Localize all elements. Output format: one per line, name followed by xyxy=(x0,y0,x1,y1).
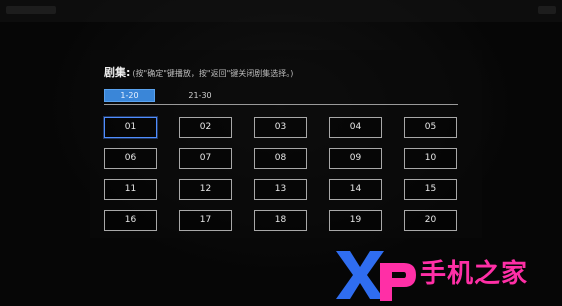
episode-dialog-hint: (按"确定"键播放，按"返回"键关闭剧集选择。) xyxy=(132,69,294,78)
episode-button-18[interactable]: 18 xyxy=(254,210,307,231)
episode-button-08[interactable]: 08 xyxy=(254,148,307,169)
episode-button-10[interactable]: 10 xyxy=(404,148,457,169)
episode-button-13[interactable]: 13 xyxy=(254,179,307,200)
episode-button-14[interactable]: 14 xyxy=(329,179,382,200)
top-bar-right-label xyxy=(538,6,556,14)
episode-button-19[interactable]: 19 xyxy=(329,210,382,231)
top-bar-left-label xyxy=(6,6,56,14)
episode-dialog-header: 剧集: (按"确定"键播放，按"返回"键关闭剧集选择。) xyxy=(104,64,293,80)
episode-button-20[interactable]: 20 xyxy=(404,210,457,231)
episode-button-03[interactable]: 03 xyxy=(254,117,307,138)
watermark-xp-logo xyxy=(336,251,416,301)
episode-button-04[interactable]: 04 xyxy=(329,117,382,138)
episode-button-16[interactable]: 16 xyxy=(104,210,157,231)
episode-button-12[interactable]: 12 xyxy=(179,179,232,200)
range-divider xyxy=(104,104,458,105)
tv-screen: 剧集: (按"确定"键播放，按"返回"键关闭剧集选择。) 1-20 21-30 … xyxy=(0,0,562,306)
episode-button-07[interactable]: 07 xyxy=(179,148,232,169)
top-bar xyxy=(0,0,562,22)
watermark-text: 手机之家 xyxy=(420,259,529,289)
tab-range-21-30[interactable]: 21-30 xyxy=(174,89,226,102)
episode-button-11[interactable]: 11 xyxy=(104,179,157,200)
watermark: 手机之家 xyxy=(334,245,558,303)
episode-button-06[interactable]: 06 xyxy=(104,148,157,169)
episode-range-tabs: 1-20 21-30 xyxy=(104,89,458,103)
episode-button-01[interactable]: 01 xyxy=(104,117,157,138)
episode-button-02[interactable]: 02 xyxy=(179,117,232,138)
tab-range-1-20[interactable]: 1-20 xyxy=(104,89,155,102)
episode-dialog-title: 剧集: xyxy=(104,66,131,79)
episode-button-09[interactable]: 09 xyxy=(329,148,382,169)
episode-button-17[interactable]: 17 xyxy=(179,210,232,231)
episode-button-05[interactable]: 05 xyxy=(404,117,457,138)
episode-grid: 01 02 03 04 05 06 07 08 09 10 11 12 13 1… xyxy=(104,117,460,231)
episode-button-15[interactable]: 15 xyxy=(404,179,457,200)
